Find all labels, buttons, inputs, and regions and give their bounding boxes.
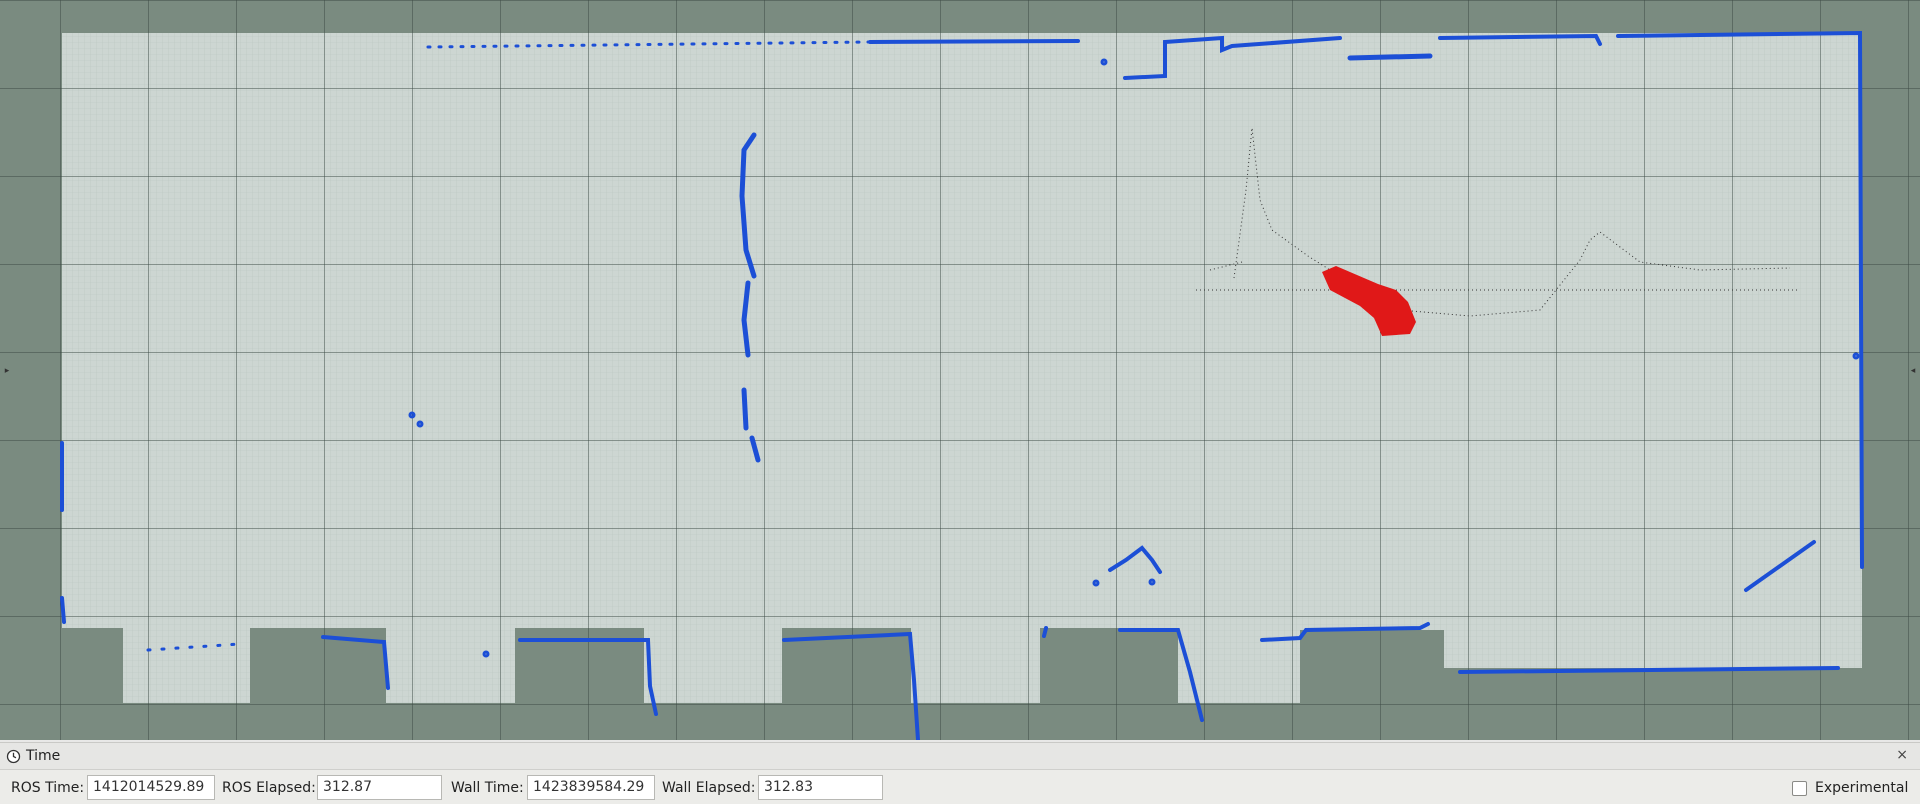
ros-time-label: ROS Time: <box>11 780 85 796</box>
right-collapse-handle[interactable]: ◂ <box>1908 360 1918 382</box>
occupancy-map[interactable] <box>0 0 1920 740</box>
map-viewport[interactable]: ▸ ◂ <box>0 0 1920 740</box>
ros-time-field[interactable]: 1412014529.89 <box>87 775 215 800</box>
time-toolbar: ROS Time: 1412014529.89 ROS Elapsed: 312… <box>0 770 1920 804</box>
panel-title: Time <box>26 748 61 764</box>
wall-elapsed-field[interactable]: 312.83 <box>758 775 883 800</box>
close-icon[interactable]: × <box>1896 747 1908 763</box>
clock-icon <box>6 749 21 764</box>
wall-time-field[interactable]: 1423839584.29 <box>527 775 655 800</box>
ros-elapsed-label: ROS Elapsed: <box>222 780 316 796</box>
experimental-checkbox[interactable] <box>1792 781 1807 796</box>
left-collapse-handle[interactable]: ▸ <box>2 360 12 382</box>
wall-elapsed-label: Wall Elapsed: <box>662 780 756 796</box>
time-panel-header: Time × <box>0 742 1920 770</box>
ros-elapsed-field[interactable]: 312.87 <box>317 775 442 800</box>
grid-lines <box>0 0 1920 740</box>
experimental-label: Experimental <box>1815 780 1909 796</box>
wall-time-label: Wall Time: <box>451 780 524 796</box>
